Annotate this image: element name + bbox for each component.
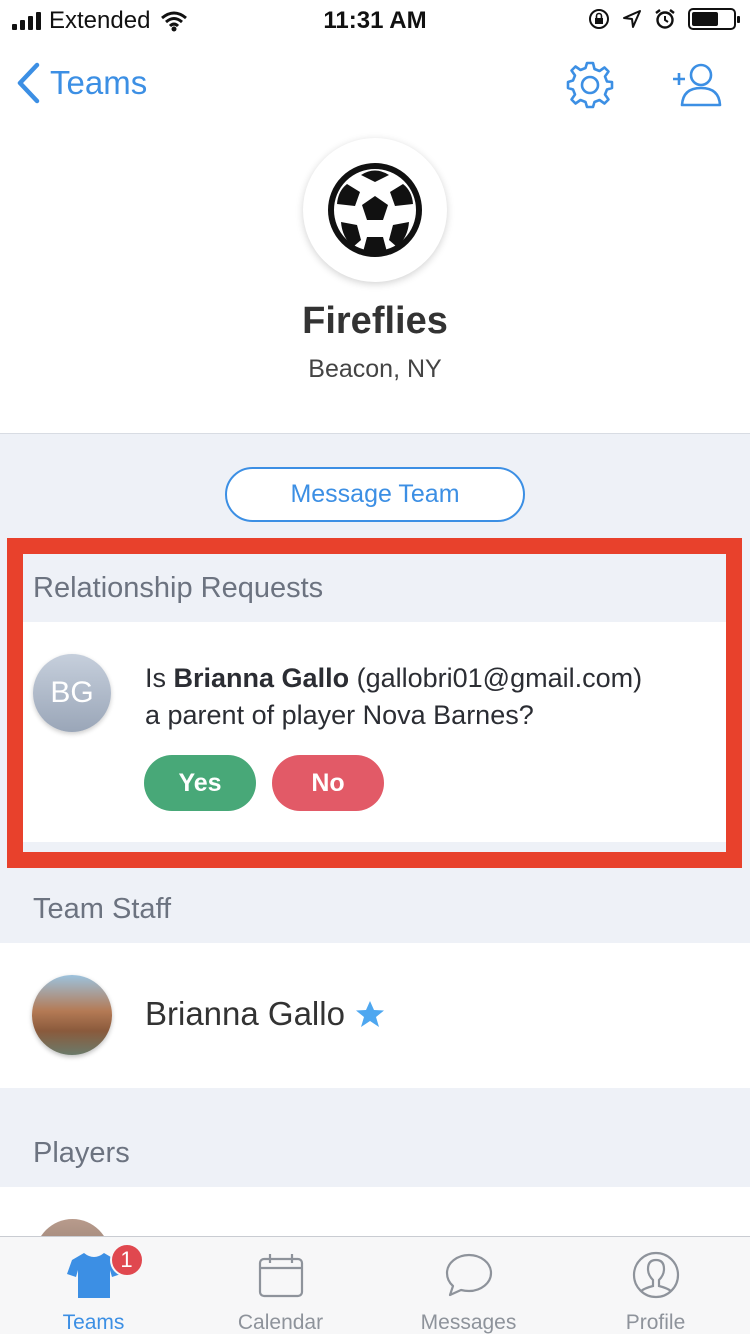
alarm-icon: [655, 9, 675, 29]
star-icon: [355, 1001, 384, 1027]
orientation-lock-icon: [589, 9, 609, 29]
tab-calendar[interactable]: Calendar: [187, 1237, 374, 1334]
location-icon: [623, 10, 641, 28]
gear-icon: [566, 61, 614, 109]
request-email: (gallobri01@gmail.com): [356, 663, 643, 693]
team-logo: [303, 138, 447, 282]
tab-teams[interactable]: 1 Teams: [0, 1237, 187, 1334]
tab-label: Profile: [625, 1311, 686, 1334]
tab-label: Calendar: [237, 1311, 324, 1334]
team-staff-header: Team Staff: [33, 893, 172, 925]
request-prefix: Is: [145, 663, 167, 693]
yes-button[interactable]: Yes: [144, 755, 256, 811]
calendar-icon: [258, 1254, 303, 1298]
notification-badge: 1: [109, 1243, 144, 1277]
tab-bar: 1 Teams Calendar Messages Profile: [0, 1236, 750, 1334]
team-location: Beacon, NY: [308, 355, 442, 383]
staff-name-row: Brianna Gallo: [145, 995, 385, 1033]
back-label: Teams: [50, 64, 148, 101]
request-question: Is Brianna Gallo (gallobri01@gmail.com) …: [145, 660, 715, 734]
relationship-request-card: BG Is Brianna Gallo (gallobri01@gmail.co…: [23, 622, 726, 842]
tab-profile[interactable]: Profile: [562, 1237, 749, 1334]
relationship-requests-header: Relationship Requests: [33, 572, 324, 604]
team-name: Fireflies: [302, 300, 448, 342]
chevron-left-icon: [17, 62, 40, 104]
tab-label: Teams: [62, 1311, 125, 1334]
message-team-button[interactable]: Message Team: [225, 467, 525, 522]
tab-messages[interactable]: Messages: [375, 1237, 562, 1334]
status-bar: Extended 11:31 AM: [0, 0, 750, 40]
settings-button[interactable]: [565, 60, 615, 115]
avatar: BG: [33, 654, 111, 732]
request-question-rest: a parent of player Nova Barnes?: [145, 700, 534, 730]
team-header: Fireflies Beacon, NY: [0, 130, 750, 434]
tab-messages-icon-wrap: [444, 1249, 494, 1301]
profile-icon: [632, 1251, 679, 1299]
tab-profile-icon-wrap: [631, 1249, 681, 1301]
tab-teams-icon-wrap: 1: [66, 1243, 144, 1301]
tab-calendar-icon-wrap: [257, 1249, 305, 1301]
tab-label: Messages: [420, 1311, 517, 1334]
soccer-ball-icon: [328, 163, 422, 257]
request-person: Brianna Gallo: [173, 663, 350, 693]
avatar: [32, 975, 112, 1055]
nav-bar: Teams: [0, 40, 750, 130]
no-button[interactable]: No: [272, 755, 384, 811]
players-header: Players: [33, 1137, 130, 1169]
status-right: [588, 8, 740, 30]
add-member-button[interactable]: [670, 62, 722, 113]
staff-name: Brianna Gallo: [145, 995, 345, 1032]
back-button[interactable]: Teams: [16, 62, 147, 104]
speech-bubble-icon: [445, 1253, 492, 1297]
add-person-icon: [673, 63, 722, 107]
staff-row[interactable]: Brianna Gallo: [0, 943, 750, 1088]
battery-icon: [688, 8, 740, 30]
